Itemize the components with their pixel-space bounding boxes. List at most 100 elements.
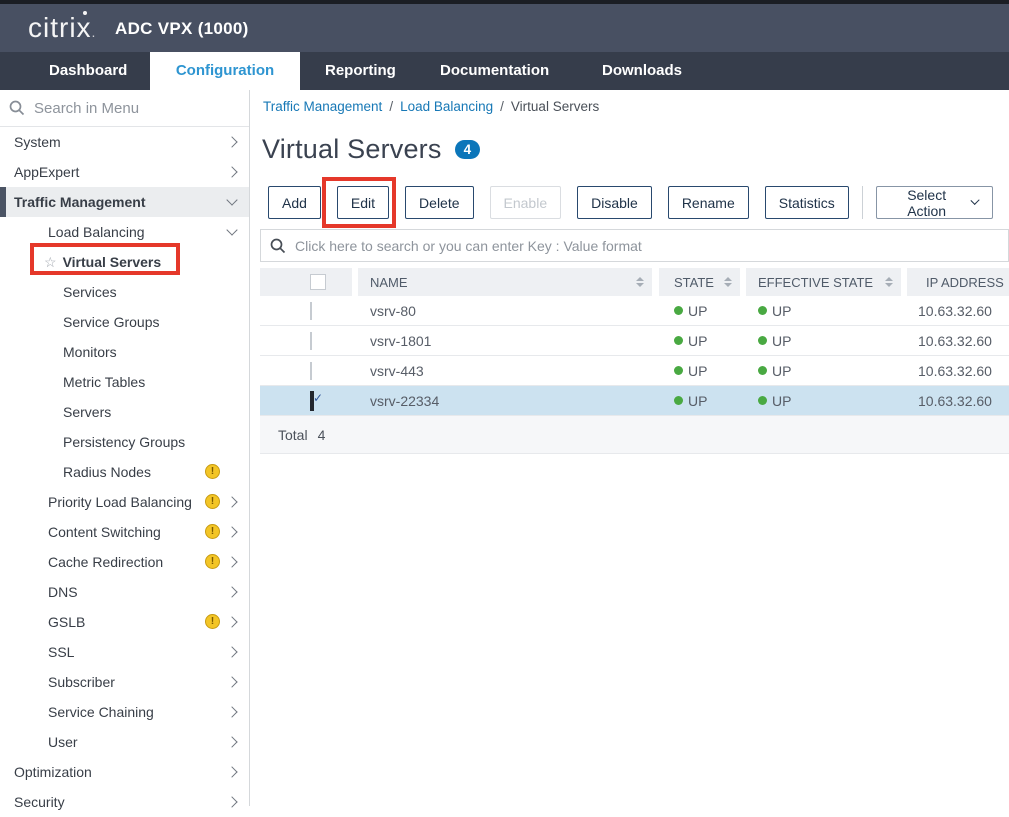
sidebar-item-load-balancing[interactable]: Load Balancing [0, 217, 249, 247]
nav-tab-configuration[interactable]: Configuration [150, 52, 300, 90]
row-checkbox-cell [260, 393, 370, 409]
nav-tab-downloads[interactable]: Downloads [602, 52, 682, 90]
state-text: UP [772, 303, 791, 319]
breadcrumb-link-load-balancing[interactable]: Load Balancing [400, 99, 493, 114]
main-content: Traffic Management/Load Balancing/Virtua… [251, 90, 1009, 806]
sidebar-item-service-chaining[interactable]: Service Chaining [0, 697, 249, 727]
warning-icon [205, 524, 220, 539]
sidebar-item-gslb[interactable]: GSLB [0, 607, 249, 637]
sidebar-search-placeholder: Search in Menu [34, 100, 139, 117]
rename-button[interactable]: Rename [668, 186, 749, 219]
cell-ip-address: 10.63.32.60 [918, 333, 1009, 349]
column-header-name[interactable]: NAME [358, 268, 652, 296]
chevron-right-icon [226, 706, 237, 717]
state-text: UP [772, 333, 791, 349]
cell-name: vsrv-80 [370, 303, 674, 319]
cell-ip-address: 10.63.32.60 [918, 363, 1009, 379]
column-header-effective-state[interactable]: EFFECTIVE STATE [746, 268, 901, 296]
sidebar-item-label: SSL [48, 644, 74, 660]
edit-button[interactable]: Edit [337, 186, 389, 219]
cell-ip-address: 10.63.32.60 [918, 393, 1009, 409]
row-checkbox[interactable] [310, 332, 312, 350]
breadcrumb-link-traffic-management[interactable]: Traffic Management [263, 99, 382, 114]
table-row[interactable]: vsrv-1801 UP UP 10.63.32.60 [260, 326, 1009, 356]
statistics-button[interactable]: Statistics [765, 186, 849, 219]
sidebar-item-services[interactable]: Services [0, 277, 249, 307]
sidebar-item-label: Subscriber [48, 674, 115, 690]
sidebar-item-servers[interactable]: Servers [0, 397, 249, 427]
select-action-dropdown[interactable]: Select Action [876, 186, 993, 219]
nav-tab-dashboard[interactable]: Dashboard [49, 52, 127, 90]
sidebar-item-appexpert[interactable]: AppExpert [0, 157, 249, 187]
toolbar: Add Edit Delete Enable Disable Rename St… [268, 186, 1009, 219]
disable-button[interactable]: Disable [577, 186, 652, 219]
sidebar-item-label: Priority Load Balancing [48, 494, 192, 510]
cell-effective-state: UP [758, 303, 918, 319]
sidebar-item-label: Servers [63, 404, 111, 420]
sidebar-item-label: Monitors [63, 344, 117, 360]
column-header-state[interactable]: STATE [659, 268, 740, 296]
status-up-dot [758, 366, 767, 375]
sidebar-item-subscriber[interactable]: Subscriber [0, 667, 249, 697]
enable-button[interactable]: Enable [490, 186, 562, 219]
header-checkbox-cell [260, 268, 352, 296]
cell-state: UP [674, 393, 758, 409]
state-text: UP [688, 363, 707, 379]
row-checkbox-cell [260, 303, 370, 319]
delete-button[interactable]: Delete [405, 186, 473, 219]
sidebar-item-content-switching[interactable]: Content Switching [0, 517, 249, 547]
sidebar-item-traffic-management[interactable]: Traffic Management [0, 187, 249, 217]
sidebar-item-persistency-groups[interactable]: Persistency Groups [0, 427, 249, 457]
sidebar-item-label: User [48, 734, 78, 750]
sidebar-item-ssl[interactable]: SSL [0, 637, 249, 667]
sidebar-item-radius-nodes[interactable]: Radius Nodes [0, 457, 249, 487]
sidebar-item-optimization[interactable]: Optimization [0, 757, 249, 787]
sidebar-item-user[interactable]: User [0, 727, 249, 757]
cell-effective-state: UP [758, 393, 918, 409]
row-checkbox-checked[interactable] [310, 391, 314, 411]
sidebar-item-label: Traffic Management [14, 194, 145, 210]
table-row[interactable]: vsrv-80 UP UP 10.63.32.60 [260, 296, 1009, 326]
sidebar-item-label: DNS [48, 584, 78, 600]
sidebar-item-monitors[interactable]: Monitors [0, 337, 249, 367]
status-up-dot [758, 336, 767, 345]
cell-ip-address: 10.63.32.60 [918, 303, 1009, 319]
sidebar-item-service-groups[interactable]: Service Groups [0, 307, 249, 337]
add-button[interactable]: Add [268, 186, 321, 219]
table-search-input[interactable]: Click here to search or you can enter Ke… [260, 229, 1009, 262]
sidebar-item-metric-tables[interactable]: Metric Tables [0, 367, 249, 397]
nav-tab-reporting[interactable]: Reporting [325, 52, 396, 90]
cell-effective-state: UP [758, 333, 918, 349]
sidebar-item-cache-redirection[interactable]: Cache Redirection [0, 547, 249, 577]
citrix-logo-trademark-dot: . [92, 24, 97, 40]
app-title: ADC VPX (1000) [115, 19, 249, 39]
sidebar-item-label: Radius Nodes [63, 464, 151, 480]
sidebar-search-input[interactable]: Search in Menu [0, 90, 249, 127]
column-header-ip-address[interactable]: IP ADDRESS [907, 268, 1009, 296]
sidebar-item-label: GSLB [48, 614, 85, 630]
breadcrumb-separator: / [500, 99, 504, 114]
sort-icon [724, 277, 732, 287]
warning-icon [205, 494, 220, 509]
sidebar-item-security[interactable]: Security [0, 787, 249, 817]
select-all-checkbox[interactable] [310, 274, 326, 290]
primary-nav: Dashboard Configuration Reporting Docume… [0, 52, 1009, 90]
count-badge: 4 [455, 140, 481, 159]
sidebar-item-dns[interactable]: DNS [0, 577, 249, 607]
column-label: STATE [674, 275, 714, 290]
sidebar-item-label: Service Chaining [48, 704, 154, 720]
table-row[interactable]: vsrv-443 UP UP 10.63.32.60 [260, 356, 1009, 386]
total-label: Total [278, 427, 308, 443]
sidebar-item-priority-load-balancing[interactable]: Priority Load Balancing [0, 487, 249, 517]
row-checkbox[interactable] [310, 302, 312, 320]
star-icon: ☆ [44, 254, 57, 271]
row-checkbox-cell [260, 363, 370, 379]
breadcrumb-current: Virtual Servers [511, 99, 599, 114]
table-row-selected[interactable]: vsrv-22334 UP UP 10.63.32.60 [260, 386, 1009, 416]
sidebar: Search in Menu System AppExpert Traffic … [0, 90, 250, 806]
sidebar-item-system[interactable]: System [0, 127, 249, 157]
sidebar-item-virtual-servers[interactable]: ☆ Virtual Servers [0, 247, 249, 277]
nav-tab-documentation[interactable]: Documentation [440, 52, 549, 90]
row-checkbox[interactable] [310, 362, 312, 380]
sort-icon [885, 277, 893, 287]
